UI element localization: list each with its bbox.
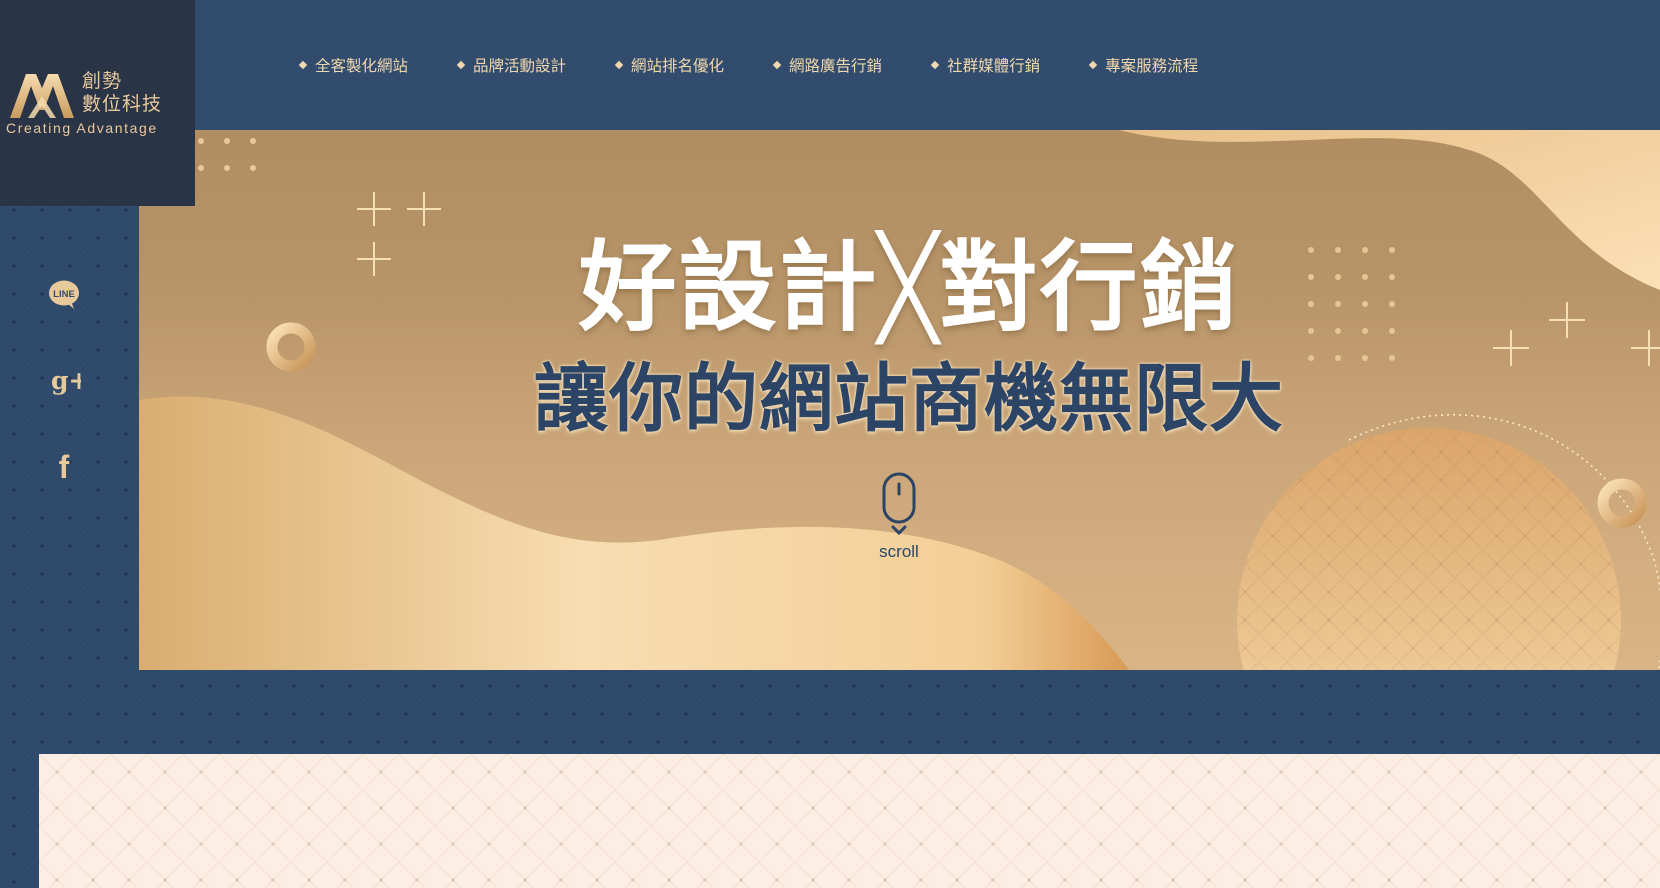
logo-mark-icon	[10, 74, 74, 118]
diamond-bullet-icon	[772, 60, 782, 70]
brand-name-line2: 數位科技	[82, 93, 163, 115]
hero-subheadline: 讓你的網站商機無限大	[534, 356, 1284, 442]
scroll-label: scroll	[879, 542, 919, 561]
google-plus-link[interactable]: g+	[44, 361, 84, 401]
google-plus-icon: g+	[51, 366, 81, 395]
brand-name: 創勢 數位科技	[82, 70, 162, 116]
nav-item-label: 網路廣告行銷	[789, 57, 883, 75]
nav-item-online-ads[interactable]: 網路廣告行銷	[772, 52, 883, 78]
brand-tagline: Creating Advantage	[6, 120, 158, 136]
nav-item-label: 社群媒體行銷	[947, 57, 1041, 75]
diamond-bullet-icon	[614, 60, 624, 70]
line-link[interactable]: LINE	[44, 275, 84, 315]
diamond-bullet-icon	[1088, 60, 1098, 70]
nav-item-label: 專案服務流程	[1105, 57, 1199, 75]
nav-item-label: 全客製化網站	[315, 57, 409, 75]
hero-banner: 好設計╳對行銷 讓你的網站商機無限大 scroll	[139, 130, 1660, 670]
nav-item-service-process[interactable]: 專案服務流程	[1088, 52, 1199, 78]
line-icon: LINE	[49, 280, 79, 309]
brand-name-line1: 創勢	[82, 70, 123, 92]
facebook-link[interactable]: f	[44, 447, 84, 487]
nav-item-label: 網站排名優化	[631, 57, 725, 75]
site-logo[interactable]: 創勢 數位科技 Creating Advantage	[0, 0, 195, 206]
nav-item-brand-event-design[interactable]: 品牌活動設計	[456, 52, 567, 78]
nav-item-custom-website[interactable]: 全客製化網站	[298, 52, 409, 78]
diamond-bullet-icon	[930, 60, 940, 70]
scroll-down-button[interactable]: scroll	[869, 472, 929, 562]
facebook-icon: f	[59, 450, 70, 484]
facebook-icon-text: f	[59, 450, 70, 484]
nav-item-seo[interactable]: 網站排名優化	[614, 52, 725, 78]
diamond-bullet-icon	[456, 60, 466, 70]
nav-item-label: 品牌活動設計	[473, 57, 567, 75]
nav-item-social-media[interactable]: 社群媒體行銷	[930, 52, 1041, 78]
mouse-scroll-icon	[882, 472, 916, 536]
content-section	[39, 754, 1660, 888]
main-nav: 全客製化網站 品牌活動設計 網站排名優化 網路廣告行銷 社群媒體行銷 專案服務流…	[298, 52, 1248, 78]
diamond-bullet-icon	[298, 60, 308, 70]
hero-headline: 好設計╳對行銷	[578, 231, 1240, 345]
line-icon-text: LINE	[53, 289, 75, 300]
google-plus-icon-text: g+	[51, 366, 81, 395]
